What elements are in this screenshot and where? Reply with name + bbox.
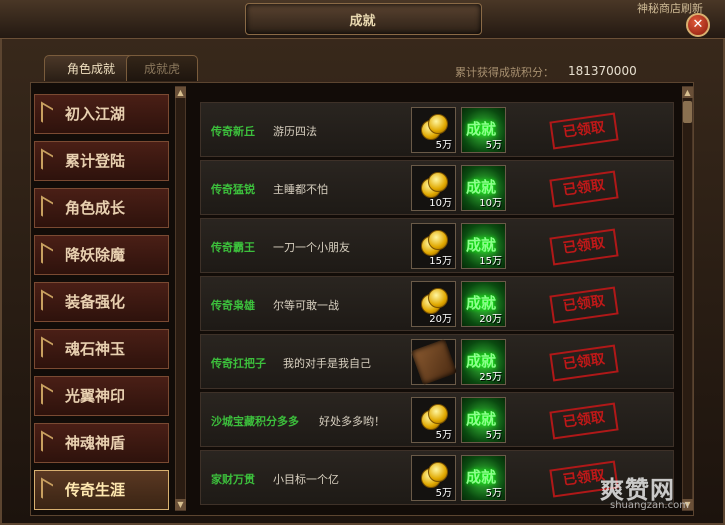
achievement-row: 传奇猛锐 主睡都不怕 10万 成就 10万 已领取	[200, 160, 674, 215]
reward-slot[interactable]: 成就 20万	[461, 281, 506, 327]
sidebar-item-demon-slaying[interactable]: 降妖除魔	[34, 235, 169, 275]
achievement-name: 传奇扛把子	[211, 357, 266, 370]
scroll-up-icon[interactable]: ▲	[682, 87, 693, 98]
achievement-name: 沙城宝藏积分多多	[211, 415, 299, 428]
scroll-up-icon[interactable]: ▲	[175, 87, 186, 98]
sidebar-item-equipment-enhance[interactable]: 装备强化	[34, 282, 169, 322]
achievement-row: 传奇新丘 游历四法 5万 成就 5万 已领取	[200, 102, 674, 157]
claimed-stamp: 已领取	[549, 402, 619, 440]
reward-slot[interactable]: 成就 25万	[461, 339, 506, 385]
achievement-row: 传奇霸王 一刀一个小朋友 15万 成就 15万 已领取	[200, 218, 674, 273]
achievement-desc: 一刀一个小朋友	[273, 241, 350, 254]
achievement-name: 传奇霸王	[211, 241, 255, 254]
reward-slot[interactable]: 10万	[411, 165, 456, 211]
sidebar-item-first-steps[interactable]: 初入江湖	[34, 94, 169, 134]
reward-amount: 5万	[435, 488, 452, 499]
achievement-name: 传奇枭雄	[211, 299, 255, 312]
site-watermark: 爽赞网 shuangzan.com	[600, 470, 689, 511]
sidebar-item-character-growth[interactable]: 角色成长	[34, 188, 169, 228]
reward-slot[interactable]: 20万	[411, 281, 456, 327]
achievement-desc: 游历四法	[273, 125, 317, 138]
list-scrollbar[interactable]: ▲ ▼	[682, 86, 693, 511]
reward-amount: 15万	[479, 256, 502, 267]
achievement-name: 传奇猛锐	[211, 183, 255, 196]
reward-amount: 5万	[485, 430, 502, 441]
sidebar-item-cumulative-login[interactable]: 累计登陆	[34, 141, 169, 181]
achievement-desc: 主睡都不怕	[273, 183, 328, 196]
claimed-stamp: 已领取	[549, 344, 619, 382]
window-title: 成就	[349, 14, 376, 29]
reward-slot[interactable]: 5万	[411, 455, 456, 501]
reward-slot[interactable]: 成就 15万	[461, 223, 506, 269]
close-icon: ✕	[692, 17, 704, 32]
sidebar-item-legend-career[interactable]: 传奇生涯	[34, 470, 169, 510]
points-value: 181370000	[568, 64, 637, 78]
reward-slot[interactable]: 15万	[411, 223, 456, 269]
watermark-domain: shuangzan.com	[610, 500, 689, 511]
points-label: 累计获得成就积分：	[455, 66, 554, 79]
achievement-row: 沙城宝藏积分多多 好处多多哟！ 5万 成就 5万 已领取	[200, 392, 674, 447]
reward-amount: 25万	[479, 372, 502, 383]
reward-amount: 20万	[429, 314, 452, 325]
sidebar-scrollbar[interactable]: ▲ ▼	[175, 86, 186, 511]
claimed-stamp: 已领取	[549, 286, 619, 324]
achievement-row: 传奇枭雄 尔等可敢一战 20万 成就 20万 已领取	[200, 276, 674, 331]
achievement-desc: 好处多多哟！	[319, 415, 385, 428]
achievement-row: 传奇扛把子 我的对手是我自己 成就 25万 已领取	[200, 334, 674, 389]
achievement-desc: 我的对手是我自己	[283, 357, 371, 370]
reward-amount: 20万	[479, 314, 502, 325]
reward-amount: 15万	[429, 256, 452, 267]
scroll-thumb[interactable]	[683, 101, 692, 123]
scroll-down-icon[interactable]: ▼	[175, 499, 186, 510]
reward-slot[interactable]: 5万	[411, 397, 456, 443]
achievement-desc: 尔等可敢一战	[273, 299, 339, 312]
reward-slot[interactable]: 5万	[411, 107, 456, 153]
tab-achievement-tiger-tally[interactable]: 成就虎符	[126, 55, 198, 103]
reward-amount: 5万	[485, 488, 502, 499]
sidebar-item-soul-stone[interactable]: 魂石神玉	[34, 329, 169, 369]
reward-amount: 10万	[429, 198, 452, 209]
close-button[interactable]: ✕	[686, 13, 710, 37]
category-sidebar: 初入江湖 累计登陆 角色成长 降妖除魔 装备强化 魂石神玉 光翼神印 神魂神盾 …	[30, 86, 170, 514]
reward-slot[interactable]: 成就 5万	[461, 455, 506, 501]
reward-slot[interactable]: 成就 5万	[461, 107, 506, 153]
claimed-stamp: 已领取	[549, 170, 619, 208]
sidebar-item-wing-seal[interactable]: 光翼神印	[34, 376, 169, 416]
reward-slot[interactable]	[410, 338, 458, 386]
claimed-stamp: 已领取	[549, 228, 619, 266]
reward-slot[interactable]: 成就 10万	[461, 165, 506, 211]
reward-slot[interactable]: 成就 5万	[461, 397, 506, 443]
sidebar-item-divine-shield[interactable]: 神魂神盾	[34, 423, 169, 463]
reward-amount: 5万	[435, 140, 452, 151]
achievement-desc: 小目标一个亿	[273, 473, 339, 486]
tab-character-achievements[interactable]: 角色成就	[44, 55, 138, 81]
achievement-name: 传奇新丘	[211, 125, 255, 138]
reward-amount: 5万	[485, 140, 502, 151]
achievement-name: 家财万贯	[211, 473, 255, 486]
reward-amount: 10万	[479, 198, 502, 209]
scroll-item-icon	[410, 338, 458, 386]
claimed-stamp: 已领取	[549, 112, 619, 150]
reward-amount: 5万	[435, 430, 452, 441]
